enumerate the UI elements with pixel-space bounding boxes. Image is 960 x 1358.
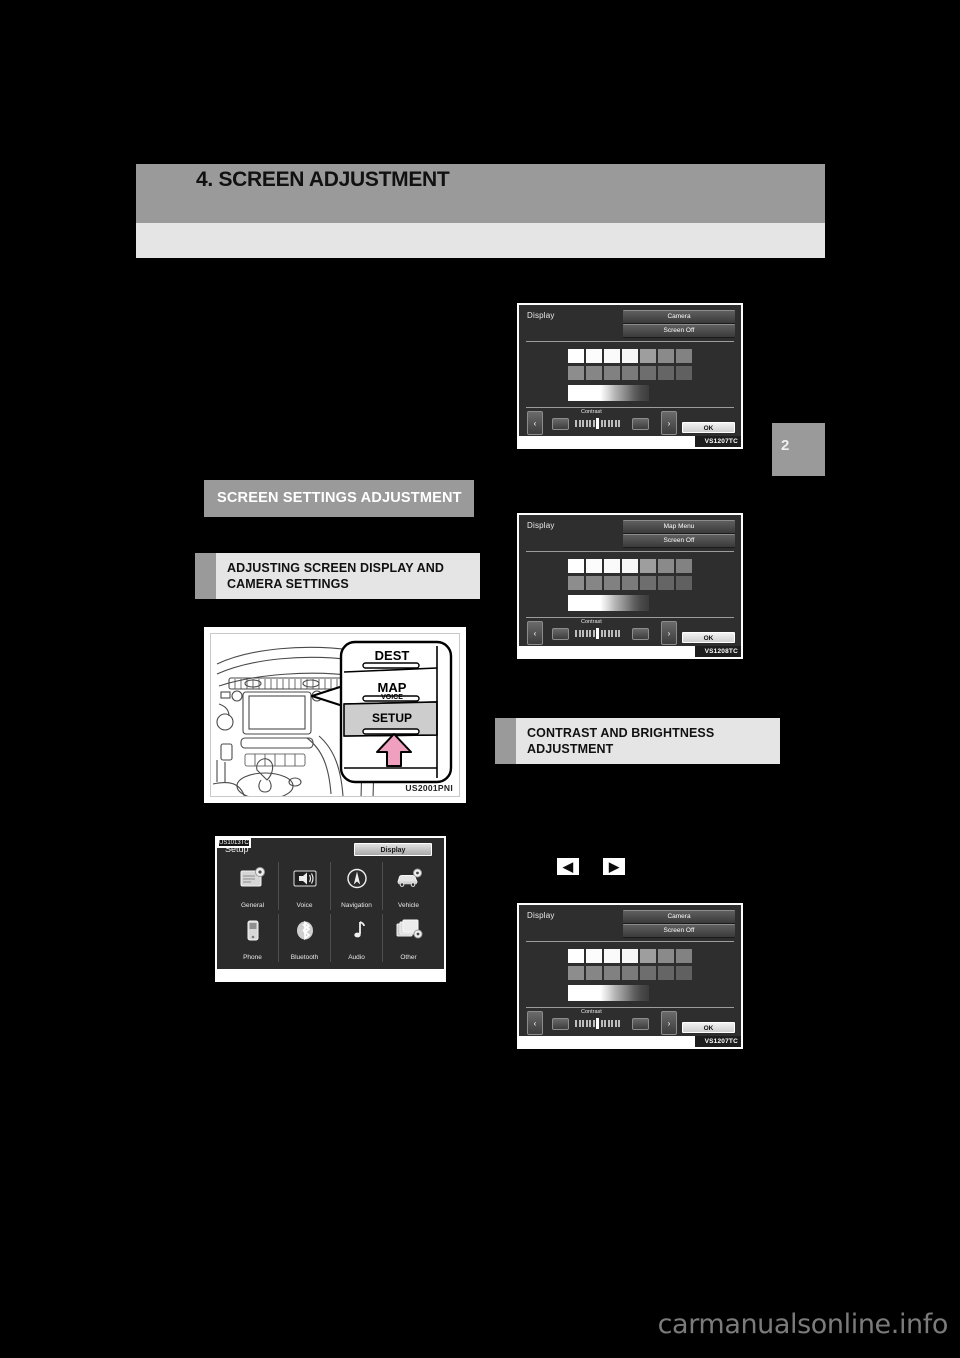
heading-screen-settings-adjustment: SCREEN SETTINGS ADJUSTMENT [204,480,474,517]
gradient-bar-3 [568,985,649,1001]
increase-button-1[interactable] [632,418,649,430]
left-intro-text [190,290,480,460]
screen-off-button-2[interactable]: Screen Off [623,534,735,548]
display-screen-code-3: VS1207TC [694,1036,741,1047]
setup-icon-vehicle-label: Vehicle [398,902,419,909]
contrast-controls-1: ‹ Contrast › OK [519,409,741,439]
setup-icon-voice-label: Voice [296,902,313,909]
setup-icon-vehicle[interactable]: Vehicle [382,862,434,910]
display-screen-capture-2: Display Map Menu Screen Off ‹ Contrast ›… [517,513,743,659]
swatch-row-bottom-3 [568,966,692,980]
camera-button-3[interactable]: Camera [623,910,735,924]
display-screen-capture-1: Display Camera Screen Off ‹ Contrast › O… [517,303,743,449]
prev-arrow-button-2[interactable]: ‹ [527,621,543,645]
illustration-car-interior: DEST MAP VOICE SETUP US2001PNI [204,627,466,803]
setup-icon-audio-label: Audio [348,954,365,961]
setup-button-label: SETUP [371,711,412,725]
swatch-row-bottom-2 [568,576,692,590]
setup-icon-navigation-label: Navigation [341,902,372,909]
dest-button-label: DEST [374,648,410,663]
camera-button-1[interactable]: Camera [623,310,735,324]
display-screen-code-2: VS1208TC [694,646,741,657]
decrease-button-2[interactable] [552,628,569,640]
map-menu-button-2[interactable]: Map Menu [623,520,735,534]
swatch-row-top-3 [568,949,692,963]
illustration-code: US2001PNI [405,783,453,793]
next-arrow-button-1[interactable]: › [661,411,677,435]
audio-icon [353,921,365,938]
setup-screen-footer-strip [217,969,444,980]
setup-icon-phone[interactable]: Phone [227,914,278,962]
voice-icon [293,870,316,887]
contrast-tick-bar-1[interactable] [575,418,620,429]
site-watermark: carmanualsonline.info [657,1309,949,1340]
setup-icon-row-1: General Voice Navigation Vehicle [227,862,434,910]
prev-arrow-button-3[interactable]: ‹ [527,1011,543,1035]
navigation-icon [346,868,367,889]
prev-arrow-button-1[interactable]: ‹ [527,411,543,435]
phone-icon [247,920,258,941]
contrast-label-1: Contrast [581,409,602,415]
heading-contrast-and-brightness: CONTRAST AND BRIGHTNESS ADJUSTMENT [495,718,780,764]
gradient-bar-2 [568,595,649,611]
left-arrow-icon[interactable]: ◀ [557,858,579,875]
display-screen-title-1: Display [527,311,555,320]
setup-icon-navigation[interactable]: Navigation [330,862,382,910]
increase-button-2[interactable] [632,628,649,640]
setup-display-tab[interactable]: Display [354,843,432,856]
setup-screen-body: Setup Display General Voice Navigation V… [217,838,444,969]
display-screen-capture-3: Display Camera Screen Off ‹ Contrast › O… [517,903,743,1049]
screen-off-button-3[interactable]: Screen Off [623,924,735,938]
setup-icon-audio[interactable]: Audio [330,914,382,962]
contrast-label-2: Contrast [581,619,602,625]
next-arrow-button-3[interactable]: › [661,1011,677,1035]
right-body-text [490,780,790,840]
heading-adjusting-screen-display: ADJUSTING SCREEN DISPLAY AND CAMERA SETT… [195,553,480,599]
bluetooth-icon [296,920,313,941]
voice-button-sublabel: VOICE [381,694,403,701]
right-column: Display Camera Screen Off ‹ Contrast › O… [490,0,790,1358]
setup-icon-phone-label: Phone [243,954,262,961]
vehicle-icon [396,868,422,887]
contrast-controls-2: ‹ Contrast › OK [519,619,741,649]
setup-screen-capture: Setup Display General Voice Navigation V… [215,836,446,982]
left-column: SCREEN SETTINGS ADJUSTMENT ADJUSTING SCR… [190,0,480,1358]
setup-screen-code: US1013TC [217,838,251,848]
contrast-tick-bar-2[interactable] [575,628,620,639]
other-icon [396,919,422,939]
setup-icon-other[interactable]: Other [382,914,434,962]
setup-icon-general-label: General [240,902,265,909]
swatch-row-top-2 [568,559,692,573]
decrease-button-1[interactable] [552,418,569,430]
display-screen-code-1: VS1207TC [694,436,741,447]
right-arrow-icon[interactable]: ▶ [603,858,625,875]
next-arrow-button-2[interactable]: › [661,621,677,645]
ok-button-3[interactable]: OK [682,1022,735,1033]
ok-button-2[interactable]: OK [682,632,735,643]
map-button-label: MAP [377,680,407,695]
gradient-bar-1 [568,385,649,401]
display-screen-title-2: Display [527,521,555,530]
ok-button-1[interactable]: OK [682,422,735,433]
general-icon [240,867,265,887]
swatch-row-top-1 [568,349,692,363]
setup-icon-bluetooth-label: Bluetooth [290,954,319,961]
setup-icon-row-2: Phone Bluetooth Audio Other [227,914,434,962]
contrast-controls-3: ‹ Contrast › OK [519,1009,741,1039]
inline-arrow-buttons: ◀ ▶ [555,858,665,880]
contrast-label-3: Contrast [581,1009,602,1015]
setup-icon-general[interactable]: General [227,862,278,910]
contrast-tick-bar-3[interactable] [575,1018,620,1029]
setup-icon-bluetooth[interactable]: Bluetooth [278,914,330,962]
setup-icon-other-label: Other [400,954,417,961]
decrease-button-3[interactable] [552,1018,569,1030]
screen-off-button-1[interactable]: Screen Off [623,324,735,338]
increase-button-3[interactable] [632,1018,649,1030]
swatch-row-bottom-1 [568,366,692,380]
setup-icon-voice[interactable]: Voice [278,862,330,910]
display-screen-title-3: Display [527,911,555,920]
